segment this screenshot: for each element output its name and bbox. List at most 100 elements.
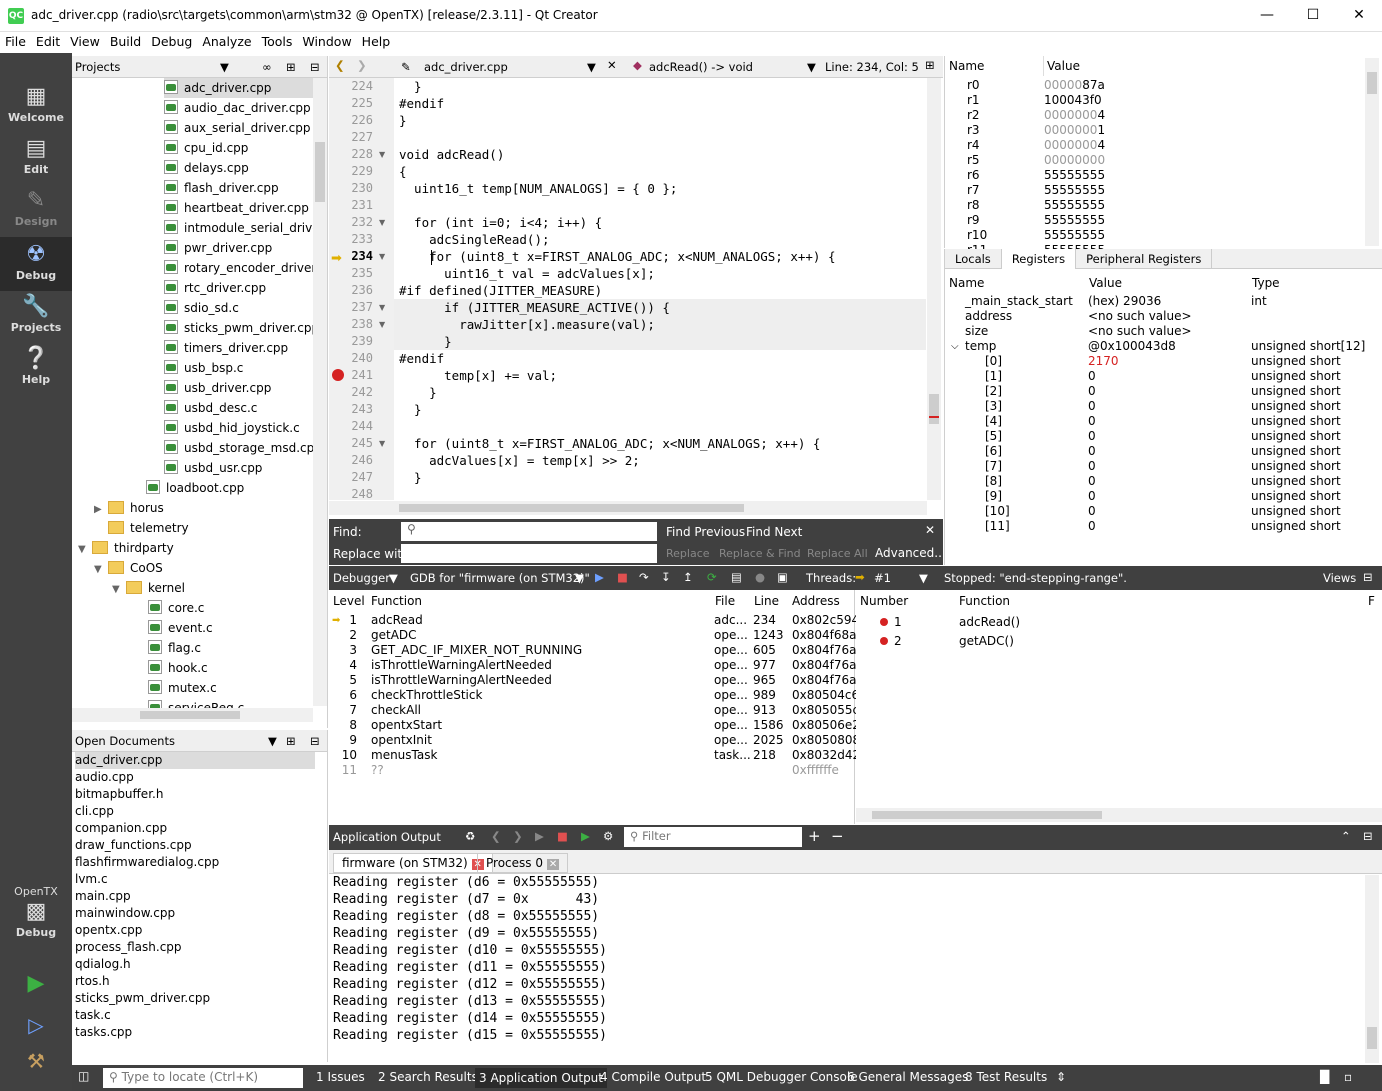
tree-file[interactable]: usbd_storage_msd.cpp: [164, 438, 314, 458]
menu-help[interactable]: Help: [357, 32, 396, 49]
tree-folder[interactable]: ▼ kernel: [112, 578, 185, 598]
pane-compile-output[interactable]: 4 Compile Output: [600, 1070, 706, 1084]
open-document-item[interactable]: companion.cpp: [75, 820, 167, 837]
next-item-icon[interactable]: ❯: [513, 829, 523, 843]
open-document-item[interactable]: sticks_pwm_driver.cpp: [75, 990, 210, 1007]
tree-file[interactable]: cpu_id.cpp: [164, 138, 314, 158]
fold-marker-icon[interactable]: ▼: [379, 299, 385, 316]
local-name[interactable]: [6]: [985, 444, 1002, 459]
tab-locals[interactable]: Locals: [945, 249, 1002, 269]
open-document-item[interactable]: mainwindow.cpp: [75, 905, 175, 922]
open-document-item[interactable]: audio.cpp: [75, 769, 134, 786]
tree-file[interactable]: usbd_usr.cpp: [164, 458, 314, 478]
local-name[interactable]: [2]: [985, 384, 1002, 399]
run-button[interactable]: ▶: [0, 971, 72, 1001]
open-document-item[interactable]: qdialog.h: [75, 956, 131, 973]
tree-file[interactable]: sticks_pwm_driver.cpp: [164, 318, 314, 338]
frame-function[interactable]: isThrottleWarningAlertNeeded: [371, 673, 552, 688]
editor-vscrollbar[interactable]: [927, 78, 941, 500]
tab-peripheral-registers[interactable]: Peripheral Registers: [1076, 249, 1213, 269]
close-find-icon[interactable]: ✕: [925, 523, 935, 537]
close-pane-icon[interactable]: ⊟: [1363, 570, 1373, 584]
tree-file[interactable]: timers_driver.cpp: [164, 338, 314, 358]
pane-test-results[interactable]: 8 Test Results: [965, 1070, 1047, 1084]
split-icon[interactable]: ⊞: [286, 730, 296, 752]
open-document-item[interactable]: adc_driver.cpp: [75, 752, 315, 769]
local-name[interactable]: [4]: [985, 414, 1002, 429]
tree-file[interactable]: rotary_encoder_driver.c: [164, 258, 314, 278]
forward-icon[interactable]: ❯: [357, 58, 367, 72]
file-dropdown-icon[interactable]: ▼: [587, 60, 596, 74]
split-icon[interactable]: ⊞: [925, 58, 935, 72]
tree-file[interactable]: flash_driver.cpp: [164, 178, 314, 198]
tree-folder[interactable]: ▼ CoOS: [94, 558, 163, 578]
mode-edit[interactable]: ▤ Edit: [0, 135, 72, 185]
local-name[interactable]: [7]: [985, 459, 1002, 474]
close-pane-icon[interactable]: ⊟: [310, 56, 320, 78]
open-document-item[interactable]: opentx.cpp: [75, 922, 142, 939]
frame-function[interactable]: checkAll: [371, 703, 421, 718]
tree-file[interactable]: intmodule_serial_driver: [164, 218, 314, 238]
open-document-item[interactable]: task.c: [75, 1007, 111, 1024]
local-name[interactable]: address: [965, 309, 1012, 324]
local-name[interactable]: size: [965, 324, 988, 339]
function-selector[interactable]: adcRead() -> void: [649, 60, 753, 74]
tree-file[interactable]: usbd_desc.c: [164, 398, 314, 418]
collapse-arrow-icon[interactable]: ⌵: [951, 339, 959, 354]
filter-icon[interactable]: ▼: [220, 56, 229, 78]
advanced-button[interactable]: Advanced...: [875, 546, 946, 560]
breakpoint-function[interactable]: getADC(): [959, 634, 1014, 649]
tree-folder[interactable]: ▼ thirdparty: [78, 538, 174, 558]
local-name[interactable]: [10]: [985, 504, 1010, 519]
menu-edit[interactable]: Edit: [31, 32, 65, 49]
close-window-button[interactable]: ✕: [1336, 0, 1382, 31]
menu-build[interactable]: Build: [105, 32, 146, 49]
split-icon[interactable]: ⊞: [286, 56, 296, 78]
pane-search-results[interactable]: 2 Search Results: [378, 1070, 478, 1084]
output-text[interactable]: Reading register (d6 = 0x55555555) Readin…: [329, 874, 1365, 1064]
tree-file[interactable]: audio_dac_driver.cpp: [164, 98, 314, 118]
mode-welcome[interactable]: ▦ Welcome: [0, 83, 72, 133]
pane-selector-icon[interactable]: ⇕: [1056, 1070, 1066, 1084]
tree-folder[interactable]: telemetry: [94, 518, 189, 538]
frame-function[interactable]: getADC: [371, 628, 417, 643]
frame-function[interactable]: adcRead: [371, 613, 423, 628]
frame-function[interactable]: opentxInit: [371, 733, 432, 748]
open-document-item[interactable]: tasks.cpp: [75, 1024, 132, 1041]
fold-marker-icon[interactable]: ▼: [379, 214, 385, 231]
projects-hscrollbar[interactable]: [72, 708, 313, 722]
pane-issues[interactable]: 1 Issues: [316, 1070, 365, 1084]
mode-debug[interactable]: ☢ Debug: [0, 237, 72, 291]
step-into-icon[interactable]: ↧: [661, 570, 671, 584]
fold-marker-icon[interactable]: ▼: [379, 435, 385, 452]
toggle-sidebar-icon[interactable]: ◫: [78, 1069, 89, 1083]
local-name[interactable]: _main_stack_start: [965, 294, 1073, 309]
views-button[interactable]: Views: [1323, 571, 1356, 585]
mode-help[interactable]: ❔ Help: [0, 345, 72, 395]
snapshot-icon[interactable]: ▣: [777, 570, 788, 584]
replace-find-button[interactable]: Replace & Find: [719, 547, 801, 560]
prev-item-icon[interactable]: ❮: [491, 829, 501, 843]
expand-arrow-icon[interactable]: ▶: [94, 500, 108, 520]
build-button[interactable]: ⚒: [0, 1049, 72, 1079]
replace-button[interactable]: Replace: [666, 547, 710, 560]
open-document-item[interactable]: rtos.h: [75, 973, 110, 990]
open-document-item[interactable]: lvm.c: [75, 871, 108, 888]
output-scrollbar[interactable]: [1365, 875, 1379, 1063]
fold-marker-icon[interactable]: ▼: [379, 316, 385, 333]
tree-file[interactable]: delays.cpp: [164, 158, 314, 178]
menu-debug[interactable]: Debug: [146, 32, 197, 49]
maximize-pane-icon[interactable]: ⌃: [1341, 829, 1351, 843]
kit-selector[interactable]: OpenTX ▩ Debug: [0, 885, 72, 955]
tree-file[interactable]: hook.c: [148, 658, 208, 678]
breakpoints-hscrollbar[interactable]: [856, 808, 1382, 822]
tree-file[interactable]: adc_driver.cpp: [164, 78, 314, 98]
expand-arrow-icon[interactable]: ▼: [112, 580, 126, 600]
menu-analyze[interactable]: Analyze: [197, 32, 256, 49]
breakpoint-toggle-icon[interactable]: ●: [755, 570, 765, 584]
tab-firmware[interactable]: firmware (on STM32) ✕: [333, 853, 493, 873]
tree-file[interactable]: mutex.c: [148, 678, 217, 698]
close-pane-icon[interactable]: ⊟: [310, 730, 320, 752]
tree-file[interactable]: loadboot.cpp: [146, 478, 244, 498]
mode-design[interactable]: ✎ Design: [0, 187, 72, 237]
